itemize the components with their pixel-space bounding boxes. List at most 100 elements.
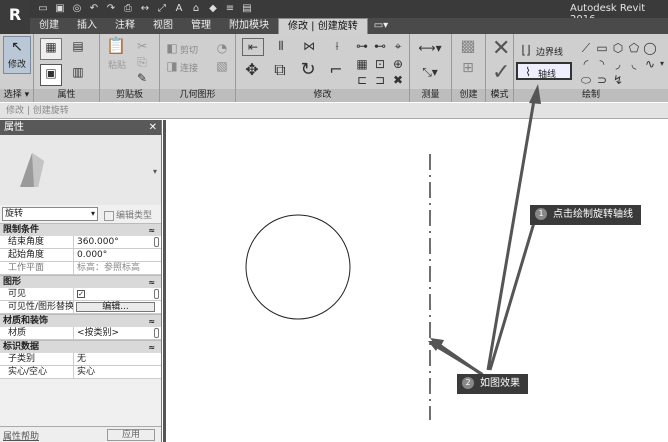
edit-type-button[interactable]: 编辑类型	[104, 208, 152, 221]
dimension-icon[interactable]: ⤢	[155, 2, 169, 15]
boundary-line-label[interactable]: 边界线	[536, 45, 563, 58]
tab-create[interactable]: 创建	[30, 18, 68, 34]
tab-insert[interactable]: 插入	[68, 18, 106, 34]
section-graphics[interactable]: 图形 ≈	[0, 275, 161, 288]
inscribed-polygon-icon[interactable]: ⬡	[610, 40, 626, 56]
category-params-icon[interactable]: ▥	[70, 64, 86, 80]
undo-icon[interactable]: ↶	[87, 2, 101, 15]
type-selector[interactable]: 旋转 ▾	[2, 207, 98, 221]
create-group-icon[interactable]: ▩	[460, 38, 476, 54]
properties-icon[interactable]: ▦	[40, 38, 62, 60]
tab-manage[interactable]: 管理	[182, 18, 220, 34]
print-icon[interactable]: ⎙	[121, 2, 135, 15]
scrollbar-thumb[interactable]	[154, 328, 159, 338]
trim-single-icon[interactable]: ⊏	[354, 72, 370, 88]
modify-button[interactable]: ↖ 修改	[3, 36, 31, 74]
cut-icon[interactable]: ✂	[134, 38, 150, 54]
split-icon[interactable]: ⊶	[354, 38, 370, 54]
cut-geometry-icon[interactable]: ◧	[164, 40, 180, 56]
tab-modify-create-revolve[interactable]: 修改 | 创建旋转	[278, 18, 368, 34]
edit-visibility-button[interactable]: 编辑...	[76, 302, 155, 312]
create-similar-icon[interactable]: ⊞	[460, 60, 476, 76]
scrollbar-thumb[interactable]	[154, 289, 159, 299]
section-icon[interactable]: ◆	[206, 2, 220, 15]
end-angle-field[interactable]: 360.000°	[74, 236, 161, 248]
paste-icon[interactable]: 📋	[106, 38, 126, 54]
material-field[interactable]: <按类别>	[74, 327, 161, 339]
3d-icon[interactable]: ⌂	[189, 2, 203, 15]
title-bar: ▭ ▣ ◎ ↶ ↷ ⎙ ↔ ⤢ A ⌂ ◆ ≡ ▤ Autodesk Revit…	[0, 0, 668, 25]
sync-icon[interactable]: ◎	[70, 2, 84, 15]
draw-gallery-dropdown-icon[interactable]: ▾	[654, 56, 668, 72]
start-angle-field[interactable]: 0.000°	[74, 249, 161, 261]
save-icon[interactable]: ▣	[53, 2, 67, 15]
copy-element-icon[interactable]: ⧉	[272, 62, 288, 78]
tab-view[interactable]: 视图	[144, 18, 182, 34]
move-icon[interactable]: ✥	[244, 62, 260, 78]
type-properties-icon[interactable]: ▤	[70, 38, 86, 54]
subcategory-field[interactable]: 无	[74, 353, 161, 365]
ribbon-toggle-icon[interactable]: ▭▾	[368, 18, 394, 34]
ellipse-icon[interactable]: ⬭	[578, 72, 594, 88]
boundary-line-icon[interactable]: ⌊⌋	[518, 42, 534, 58]
fillet-arc-icon[interactable]: ◟	[626, 56, 642, 72]
rectangle-icon[interactable]: ▭	[594, 40, 610, 56]
redo-icon[interactable]: ↷	[104, 2, 118, 15]
application-menu-button[interactable]: R	[0, 0, 30, 34]
offset-icon[interactable]: ⫴	[270, 38, 292, 56]
section-materials[interactable]: 材质和装饰 ≈	[0, 314, 161, 327]
aligned-dimension-icon[interactable]: ⟷▾	[416, 40, 444, 56]
mirror-draw-icon[interactable]: ⟊	[326, 38, 348, 56]
partial-ellipse-icon[interactable]: ⊃	[594, 72, 610, 88]
circumscribed-polygon-icon[interactable]: ⬠	[626, 40, 642, 56]
close-icon[interactable]: ✕	[149, 120, 157, 135]
apply-button[interactable]: 应用	[107, 429, 155, 441]
scale-icon[interactable]: ⊡	[372, 56, 388, 72]
section-identity[interactable]: 标识数据 ≈	[0, 340, 161, 353]
measure-distance-icon[interactable]: ⤡▾	[416, 64, 444, 80]
open-icon[interactable]: ▭	[36, 2, 50, 15]
start-end-arc-icon[interactable]: ◜	[578, 56, 594, 72]
join-geometry-label: 连接	[180, 64, 199, 74]
profile-circle[interactable]	[245, 214, 351, 320]
copy-icon[interactable]: ⎘	[134, 54, 150, 70]
pin-icon[interactable]: ⊕	[390, 56, 406, 72]
visible-checkbox[interactable]: ✓	[77, 290, 85, 298]
tab-annotate[interactable]: 注释	[106, 18, 144, 34]
unpin-icon[interactable]: ⌖	[390, 38, 406, 54]
callout-1: 1 点击绘制旋转轴线	[530, 205, 641, 225]
pick-lines-icon[interactable]: ↯	[610, 72, 626, 88]
finish-edit-mode-icon[interactable]: ✓	[492, 60, 510, 85]
array-icon[interactable]: ▦	[354, 56, 370, 72]
solid-void-field[interactable]: 实心	[74, 366, 161, 378]
type-preview-dropdown-icon[interactable]: ▾	[153, 167, 157, 176]
paint-icon[interactable]: ◔	[214, 40, 230, 56]
thin-lines-icon[interactable]: ≡	[223, 2, 237, 15]
drawing-canvas[interactable]	[163, 120, 668, 442]
panel-title-select[interactable]: 选择 ▾	[0, 89, 33, 102]
align-icon[interactable]: ⇤	[242, 38, 264, 56]
center-arc-icon[interactable]: ◝	[594, 56, 610, 72]
split-gap-icon[interactable]: ⊷	[372, 38, 388, 54]
circle-icon[interactable]: ◯	[642, 40, 658, 56]
properties-help-link[interactable]: 属性帮助	[3, 429, 39, 442]
text-icon[interactable]: A	[172, 2, 186, 15]
delete-icon[interactable]: ✖	[390, 72, 406, 88]
scrollbar-thumb[interactable]	[154, 237, 159, 247]
cancel-edit-mode-icon[interactable]: ✕	[492, 36, 510, 61]
switch-windows-icon[interactable]: ▤	[240, 2, 254, 15]
section-constraints[interactable]: 限制条件 ≈	[0, 223, 161, 236]
axis-line-button[interactable]: ⌇ 轴线	[516, 62, 572, 80]
mirror-axis-icon[interactable]: ⋈	[298, 38, 320, 56]
tangent-arc-icon[interactable]: ◞	[610, 56, 626, 72]
measure-icon[interactable]: ↔	[138, 2, 152, 15]
join-geometry-icon[interactable]: ◨	[164, 58, 180, 74]
tab-addins[interactable]: 附加模块	[220, 18, 278, 34]
match-type-icon[interactable]: ✎	[134, 70, 150, 86]
split-face-icon[interactable]: ▧	[214, 58, 230, 74]
rotate-icon[interactable]: ↻	[300, 61, 316, 79]
line-icon[interactable]: ⟋	[578, 40, 594, 56]
trim-multiple-icon[interactable]: ⊐	[372, 72, 388, 88]
trim-icon[interactable]: ⌐	[328, 62, 344, 78]
family-types-icon[interactable]: ▣	[40, 64, 62, 86]
